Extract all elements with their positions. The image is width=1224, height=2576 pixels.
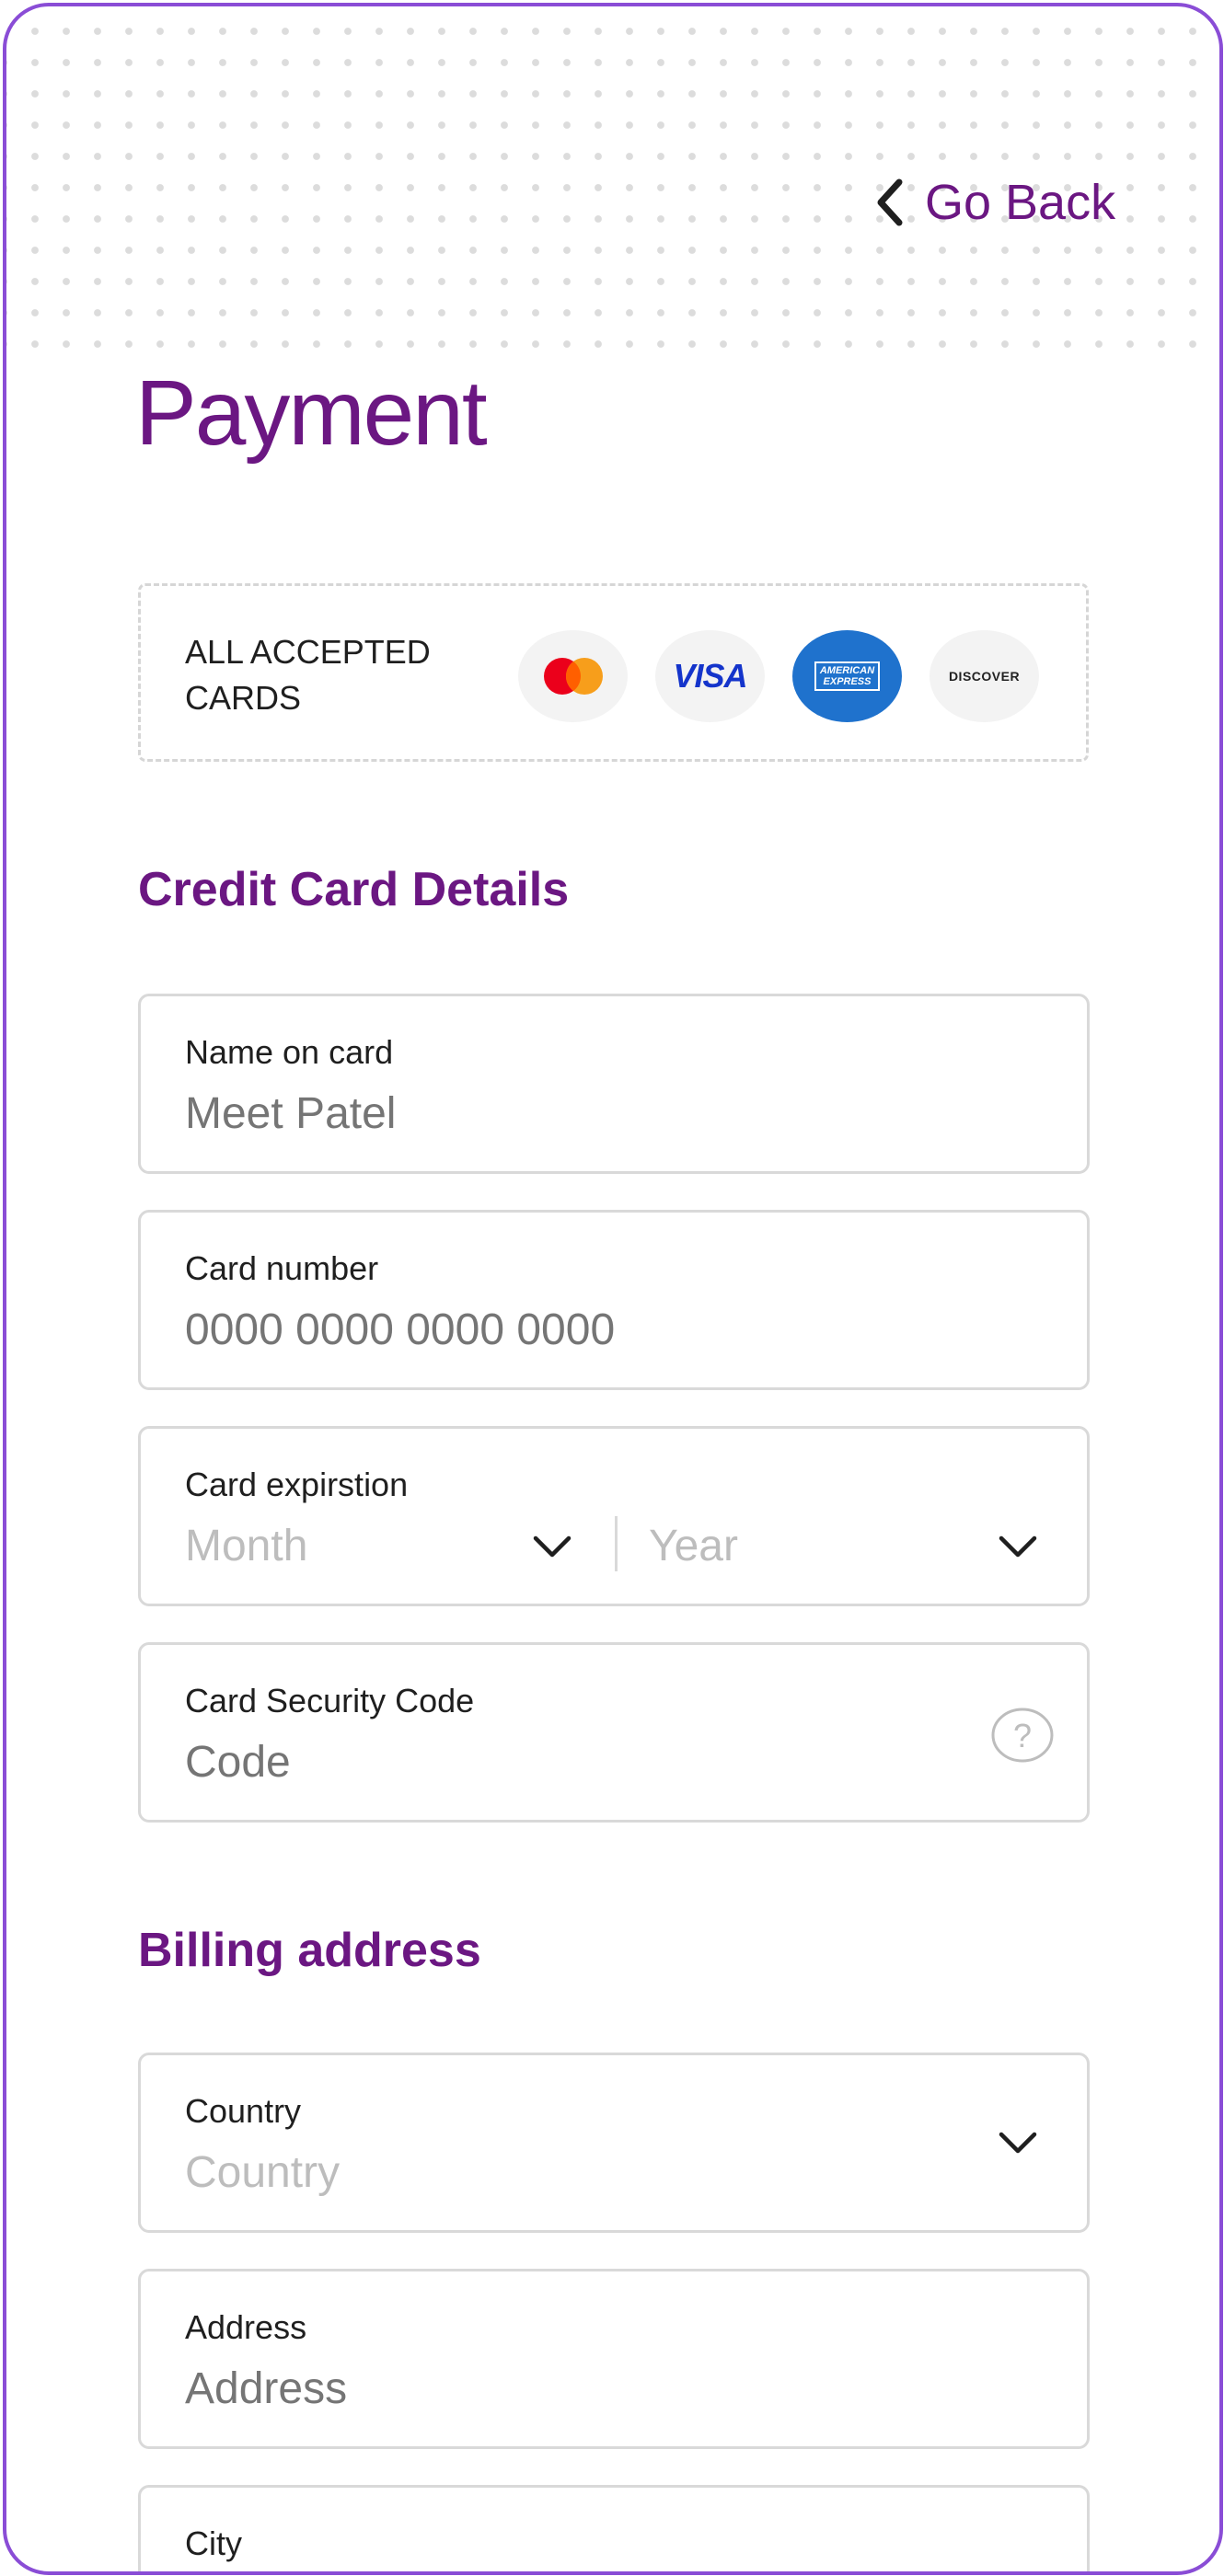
go-back-label: Go Back: [925, 175, 1116, 230]
phone-frame: Go Back Payment ALL ACCEPTED CARDS VISA …: [3, 3, 1223, 2575]
card-number-input[interactable]: [185, 1305, 1013, 1355]
country-label: Country: [185, 2092, 302, 2130]
card-security-code-input[interactable]: [185, 1737, 921, 1788]
address-field[interactable]: Address: [138, 2269, 1090, 2449]
accepted-cards-label: ALL ACCEPTED CARDS: [185, 629, 461, 721]
discover-icon: DISCOVER: [930, 630, 1039, 722]
svg-text:?: ?: [1013, 1717, 1032, 1754]
chevron-down-icon: [999, 2132, 1037, 2154]
card-security-code-label: Card Security Code: [185, 1682, 475, 1719]
page-title: Payment: [135, 362, 488, 465]
country-placeholder: Country: [185, 2148, 341, 2197]
chevron-left-icon: [877, 178, 903, 226]
accepted-cards-label-line2: CARDS: [185, 679, 302, 717]
chevron-down-icon: [999, 1535, 1037, 1558]
city-field[interactable]: City: [138, 2485, 1090, 2571]
help-question-icon[interactable]: ?: [989, 1707, 1056, 1764]
month-select[interactable]: Month: [141, 1429, 615, 1604]
visa-icon: VISA: [655, 630, 765, 722]
credit-card-details-title: Credit Card Details: [138, 863, 570, 916]
country-select[interactable]: Country Country: [138, 2053, 1090, 2233]
year-select[interactable]: Year: [618, 1429, 1087, 1604]
address-input[interactable]: [185, 2363, 1013, 2414]
accepted-cards-box: ALL ACCEPTED CARDS VISA AMERICAN EXPRESS…: [138, 583, 1089, 762]
card-number-field[interactable]: Card number: [138, 1210, 1090, 1390]
chevron-down-icon: [533, 1535, 572, 1558]
name-on-card-input[interactable]: [185, 1088, 1013, 1139]
year-placeholder: Year: [649, 1522, 738, 1570]
card-number-label: Card number: [185, 1249, 379, 1287]
mastercard-icon: [518, 630, 628, 722]
name-on-card-field[interactable]: Name on card: [138, 994, 1090, 1174]
accepted-cards-label-line1: ALL ACCEPTED: [185, 633, 431, 671]
card-security-code-field[interactable]: Card Security Code ?: [138, 1642, 1090, 1823]
amex-icon: AMERICAN EXPRESS: [792, 630, 902, 722]
month-placeholder: Month: [185, 1522, 308, 1570]
name-on-card-label: Name on card: [185, 1033, 394, 1071]
go-back-link[interactable]: Go Back: [872, 174, 1115, 231]
card-expiration-field: Card expirstion Month Year: [138, 1426, 1090, 1606]
billing-address-title: Billing address: [138, 1924, 481, 1977]
address-label: Address: [185, 2308, 307, 2346]
city-label: City: [185, 2524, 242, 2562]
